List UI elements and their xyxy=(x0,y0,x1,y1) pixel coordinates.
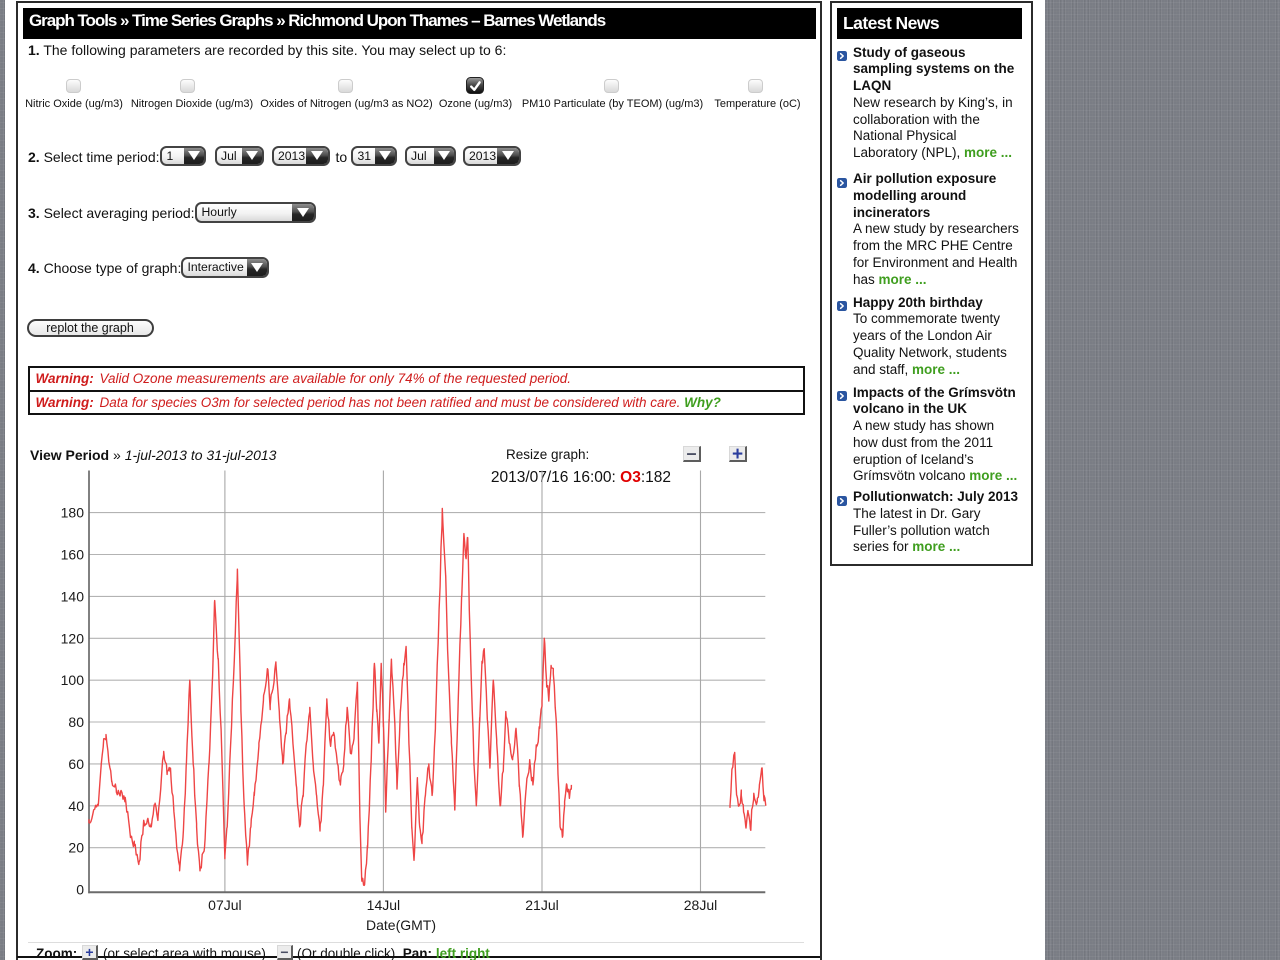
svg-text:140: 140 xyxy=(61,588,85,604)
svg-text:Date(GMT): Date(GMT) xyxy=(366,917,436,933)
svg-text:60: 60 xyxy=(68,756,84,772)
svg-text:28Jul: 28Jul xyxy=(684,897,717,913)
svg-text:120: 120 xyxy=(61,630,85,646)
svg-text:40: 40 xyxy=(68,798,84,814)
svg-text:100: 100 xyxy=(61,672,85,688)
svg-text:07Jul: 07Jul xyxy=(208,897,241,913)
svg-text:160: 160 xyxy=(61,547,85,563)
svg-text:14Jul: 14Jul xyxy=(367,897,400,913)
svg-text:21Jul: 21Jul xyxy=(525,897,558,913)
svg-text:80: 80 xyxy=(68,714,84,730)
svg-text:0: 0 xyxy=(76,882,84,898)
svg-text:20: 20 xyxy=(68,840,84,856)
svg-text:180: 180 xyxy=(61,505,85,521)
